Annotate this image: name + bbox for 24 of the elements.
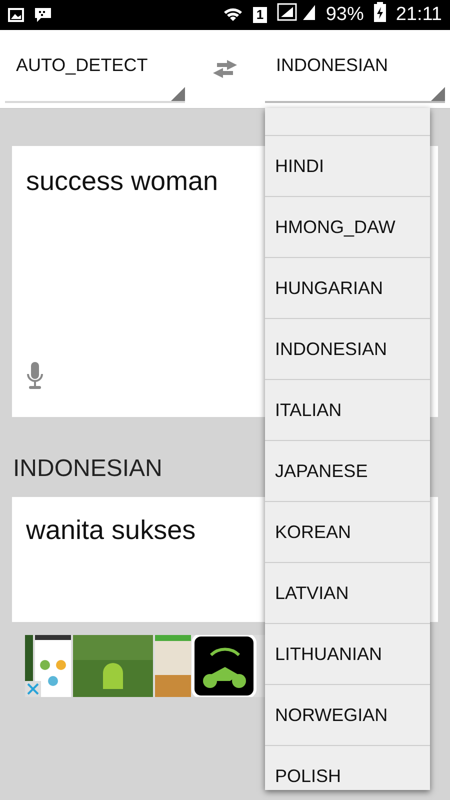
dropdown-corner-icon [171,87,185,101]
dropdown-corner-icon [431,87,445,101]
sim-indicator: 1 [253,7,267,23]
close-icon[interactable] [25,681,41,697]
language-option[interactable]: HINDI [265,136,430,197]
clock: 21:11 [396,4,442,26]
signal-icon [302,3,316,21]
language-option[interactable]: INDONESIAN [265,319,430,380]
language-option[interactable]: NORWEGIAN [265,685,430,746]
language-option[interactable]: POLISH [265,746,430,790]
language-option[interactable]: LITHUANIAN [265,624,430,685]
battery-level: 93% [326,4,364,26]
output-language-label: INDONESIAN [13,455,162,483]
message-icon [34,7,52,23]
language-option[interactable]: HUNGARIAN [265,258,430,319]
language-option[interactable]: KOREAN [265,502,430,563]
language-option[interactable]: HMONG_DAW [265,197,430,258]
language-option[interactable]: JAPANESE [265,441,430,502]
signal-icon [276,3,297,21]
gallery-icon [8,8,24,22]
wifi-icon [223,6,244,24]
microphone-icon[interactable] [26,362,44,390]
language-option[interactable]: ITALIAN [265,380,430,441]
language-option[interactable]: LATVIAN [265,563,430,624]
